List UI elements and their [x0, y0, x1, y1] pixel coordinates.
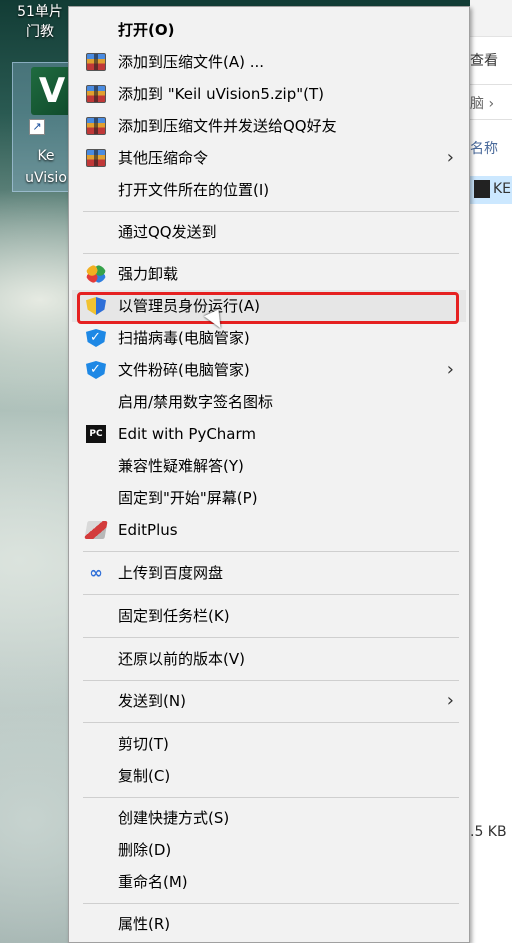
menu-item-create-shortcut[interactable]: 创建快捷方式(S) [72, 802, 466, 834]
menu-item-pin-to-start[interactable]: 固定到"开始"屏幕(P) [72, 482, 466, 514]
menu-item-pin-to-taskbar[interactable]: 固定到任务栏(K) [72, 600, 466, 632]
menu-item-compat-troubleshoot[interactable]: 兼容性疑难解答(Y) [72, 450, 466, 482]
menu-item-label: 删除(D) [118, 841, 172, 859]
menu-item-label: EditPlus [118, 521, 178, 539]
shortcut-arrow-icon: ↗ [29, 119, 45, 135]
editplus-icon [84, 521, 108, 539]
menu-item-label: 发送到(N) [118, 692, 186, 710]
menu-item-label: 固定到"开始"屏幕(P) [118, 489, 258, 507]
chevron-right-icon: › [446, 147, 454, 168]
explorer-column-name[interactable]: 名称 [470, 138, 512, 158]
highlight-annotation-box [77, 292, 459, 324]
menu-item-copy[interactable]: 复制(C) [72, 760, 466, 792]
file-explorer-window: 查看 脑 › 名称 KE .5 KB [470, 0, 512, 943]
menu-item-scan-virus[interactable]: 扫描病毒(电脑管家) [72, 322, 466, 354]
menu-item-add-to-zip[interactable]: 添加到 "Keil uVision5.zip"(T) [72, 78, 466, 110]
chevron-right-icon: › [446, 359, 454, 380]
menu-item-label: 强力卸载 [118, 265, 179, 283]
menu-item-properties[interactable]: 属性(R) [72, 908, 466, 940]
file-icon [474, 180, 490, 198]
menu-item-label: 复制(C) [118, 767, 171, 785]
menu-item-send-to[interactable]: 发送到(N) › [72, 685, 466, 717]
explorer-address-bar[interactable]: 脑 › [470, 84, 512, 120]
menu-item-label: 创建快捷方式(S) [118, 809, 230, 827]
pycharm-icon: PC [86, 425, 106, 443]
menu-separator [83, 680, 459, 681]
baidu-netdisk-icon: ∞ [89, 563, 103, 582]
menu-item-label: 打开(O) [118, 21, 175, 39]
menu-item-edit-with-pycharm[interactable]: PC Edit with PyCharm [72, 418, 466, 450]
context-menu: 打开(O) 添加到压缩文件(A) ... 添加到 "Keil uVision5.… [68, 6, 470, 943]
menu-item-label: 打开文件所在的位置(I) [118, 181, 270, 199]
menu-item-delete[interactable]: 删除(D) [72, 834, 466, 866]
menu-item-label: 添加到 "Keil uVision5.zip"(T) [118, 85, 325, 103]
menu-separator [83, 722, 459, 723]
keil-app-icon: V [31, 67, 73, 115]
menu-item-label: 扫描病毒(电脑管家) [118, 329, 250, 347]
menu-item-label: 添加到压缩文件并发送给QQ好友 [118, 117, 337, 135]
menu-item-label: 兼容性疑难解答(Y) [118, 457, 244, 475]
menu-item-label: 固定到任务栏(K) [118, 607, 230, 625]
menu-separator [83, 594, 459, 595]
menu-separator [83, 253, 459, 254]
chevron-right-icon: › [446, 690, 454, 711]
menu-item-label: 其他压缩命令 [118, 149, 209, 167]
menu-item-editplus[interactable]: EditPlus [72, 514, 466, 546]
menu-item-open[interactable]: 打开(O) [72, 14, 466, 46]
explorer-file-item[interactable]: KE [470, 176, 512, 204]
menu-item-force-uninstall[interactable]: 强力卸载 [72, 258, 466, 290]
winrar-icon [86, 149, 106, 167]
menu-item-open-file-location[interactable]: 打开文件所在的位置(I) [72, 174, 466, 206]
uninstall-icon [86, 265, 106, 283]
explorer-titlebar [470, 0, 512, 37]
menu-item-label: Edit with PyCharm [118, 425, 257, 443]
menu-item-cut[interactable]: 剪切(T) [72, 728, 466, 760]
menu-item-other-compress[interactable]: 其他压缩命令 › [72, 142, 466, 174]
explorer-file-size: .5 KB [470, 824, 507, 840]
tencent-shield-icon [86, 361, 106, 379]
menu-item-compress-send-qq[interactable]: 添加到压缩文件并发送给QQ好友 [72, 110, 466, 142]
menu-item-label: 上传到百度网盘 [118, 564, 224, 582]
winrar-icon [86, 117, 106, 135]
menu-item-file-shred[interactable]: 文件粉碎(电脑管家) › [72, 354, 466, 386]
menu-item-label: 文件粉碎(电脑管家) [118, 361, 250, 379]
menu-item-label: 还原以前的版本(V) [118, 650, 245, 668]
menu-item-upload-baidu[interactable]: ∞ 上传到百度网盘 [72, 557, 466, 589]
menu-item-label: 重命名(M) [118, 873, 188, 891]
menu-separator [83, 637, 459, 638]
explorer-file-label: KE [493, 181, 512, 197]
menu-separator [83, 211, 459, 212]
tencent-shield-icon [86, 329, 106, 347]
winrar-icon [86, 85, 106, 103]
menu-item-label: 剪切(T) [118, 735, 169, 753]
menu-separator [83, 551, 459, 552]
menu-item-send-via-qq[interactable]: 通过QQ发送到 [72, 216, 466, 248]
menu-item-rename[interactable]: 重命名(M) [72, 866, 466, 898]
menu-separator [83, 903, 459, 904]
menu-item-add-to-archive[interactable]: 添加到压缩文件(A) ... [72, 46, 466, 78]
menu-item-label: 通过QQ发送到 [118, 223, 217, 241]
menu-item-toggle-signature-icon[interactable]: 启用/禁用数字签名图标 [72, 386, 466, 418]
winrar-icon [86, 53, 106, 71]
menu-item-label: 启用/禁用数字签名图标 [118, 393, 274, 411]
menu-item-label: 添加到压缩文件(A) ... [118, 53, 265, 71]
menu-item-label: 属性(R) [118, 915, 171, 933]
menu-item-restore-versions[interactable]: 还原以前的版本(V) [72, 643, 466, 675]
menu-separator [83, 797, 459, 798]
explorer-view-tab[interactable]: 查看 [470, 50, 512, 72]
